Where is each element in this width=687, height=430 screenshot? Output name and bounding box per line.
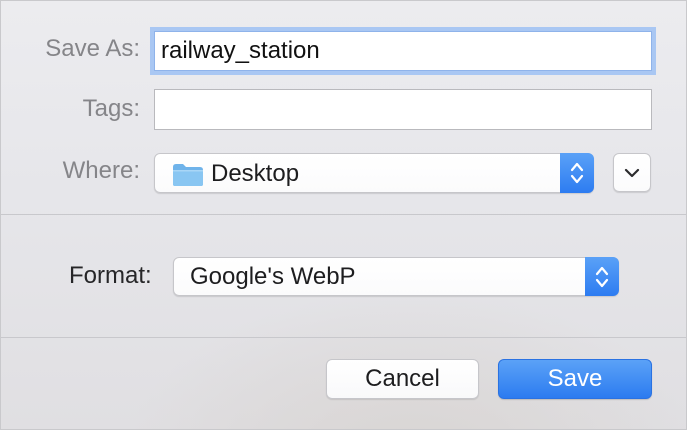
format-popup[interactable]: Google's WebP: [173, 257, 619, 296]
up-down-chevron-icon: [570, 162, 584, 184]
expand-button[interactable]: [613, 153, 651, 192]
tags-label: Tags:: [82, 95, 140, 122]
save-dialog: Save As: railway_station Tags: Where: De…: [0, 0, 687, 430]
format-label: Format:: [69, 262, 152, 289]
up-down-chevron-icon: [595, 266, 609, 287]
where-selected: Desktop: [211, 160, 300, 187]
format-selected: Google's WebP: [190, 263, 356, 290]
where-stepper: [560, 153, 594, 193]
folder-icon: [172, 163, 204, 194]
save-button[interactable]: Save: [498, 359, 652, 399]
chevron-down-icon: [624, 168, 640, 177]
format-stepper: [585, 257, 619, 296]
save-as-field[interactable]: railway_station: [154, 31, 652, 71]
where-label: Where:: [62, 157, 140, 184]
tags-field[interactable]: [154, 89, 652, 130]
cancel-button[interactable]: Cancel: [326, 359, 479, 399]
save-as-label: Save As:: [45, 35, 140, 62]
where-popup[interactable]: Desktop: [154, 153, 594, 193]
separator-top: [1, 214, 686, 215]
separator-bottom: [1, 337, 686, 338]
